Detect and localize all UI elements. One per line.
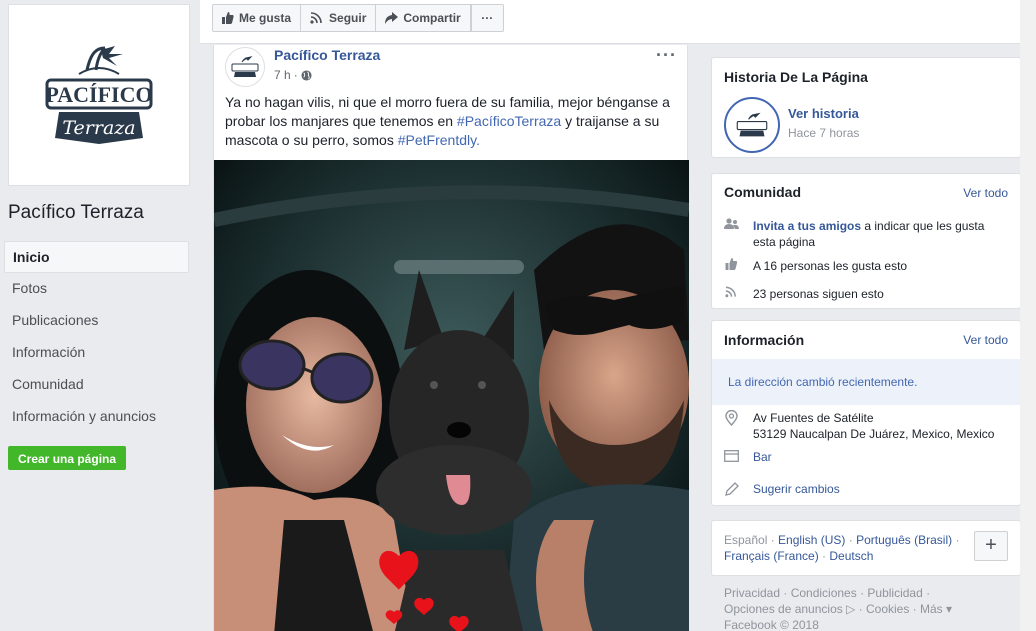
share-arrow-icon <box>385 12 399 24</box>
pacifico-logo-story <box>736 112 768 137</box>
svg-text:PACÍFICO: PACÍFICO <box>45 82 152 107</box>
community-see-all-link[interactable]: Ver todo <box>963 186 1008 200</box>
storefront-icon <box>724 450 739 462</box>
more-options-button[interactable]: ··· <box>470 4 504 32</box>
post-options-button[interactable]: ··· <box>656 45 677 66</box>
address-changed-notice: La dirección cambió recientemente. <box>712 359 1020 405</box>
nav-item-info-anuncios[interactable]: Información y anuncios <box>4 401 189 433</box>
globe-icon <box>301 69 312 81</box>
category-link[interactable]: Bar <box>753 450 772 464</box>
nav-item-publicaciones[interactable]: Publicaciones <box>4 305 189 337</box>
community-card: Comunidad Ver todo Invita a tus amigos a… <box>711 173 1021 309</box>
page-profile-picture[interactable]: PACÍFICO Terraza <box>8 4 190 186</box>
post-header: Pacífico Terraza 7 h · ··· <box>214 45 687 91</box>
pencil-icon <box>724 482 739 496</box>
category-row: Bar <box>724 450 772 464</box>
invite-friends-icon <box>724 218 739 231</box>
lang-portuguese[interactable]: Português (Brasil) <box>856 533 952 547</box>
follows-row: 23 personas siguen esto <box>724 286 884 302</box>
hashtag-pacificoterraza[interactable]: #PacíficoTerraza <box>457 113 561 129</box>
story-title: Historia De La Página <box>724 69 868 85</box>
footer: Privacidad · Condiciones · Publicidad · … <box>724 585 1024 631</box>
share-button[interactable]: Compartir <box>375 4 471 32</box>
left-column: PACÍFICO Terraza Pacífico Terraza Inicio… <box>0 0 200 631</box>
post-card: Pacífico Terraza 7 h · ··· Ya no hagan v… <box>213 45 689 631</box>
pacifico-logo: PACÍFICO Terraza <box>45 46 153 144</box>
address-text: Av Fuentes de Satélite 53129 Naucalpan D… <box>753 410 994 442</box>
more-dots-icon: ··· <box>481 11 494 25</box>
suggest-row: Sugerir cambios <box>724 482 840 496</box>
lang-french[interactable]: Français (France) <box>724 549 819 563</box>
meta-separator: · <box>293 68 298 82</box>
action-button-group: Me gusta Seguir Compartir ··· <box>212 4 504 32</box>
language-line-2: Français (France) · Deutsch <box>724 549 874 563</box>
story-time: Hace 7 horas <box>788 126 860 140</box>
nav-item-comunidad[interactable]: Comunidad <box>4 369 189 401</box>
svg-text:Terraza: Terraza <box>62 117 135 139</box>
share-button-label: Compartir <box>403 11 461 25</box>
selfie-photo-illustration <box>214 160 689 631</box>
info-see-all-link[interactable]: Ver todo <box>963 333 1008 347</box>
follow-button[interactable]: Seguir <box>300 4 377 32</box>
invite-friends-text: Invita a tus amigos a indicar que les gu… <box>753 218 1010 250</box>
nav-item-fotos[interactable]: Fotos <box>4 273 189 305</box>
suggest-edits-link[interactable]: Sugerir cambios <box>753 482 840 496</box>
like-button-label: Me gusta <box>239 11 292 25</box>
pacifico-logo-small <box>231 56 259 77</box>
story-card: Historia De La Página Ver historia Hace … <box>711 57 1021 158</box>
post-text: Ya no hagan vilis, ni que el morro fuera… <box>214 91 687 150</box>
post-photo[interactable] <box>214 160 689 631</box>
language-line-1: Español · English (US) · Português (Bras… <box>724 533 960 547</box>
language-card: Español · English (US) · Português (Bras… <box>711 520 1021 576</box>
create-page-button[interactable]: Crear una página <box>8 446 127 470</box>
hashtag-petfrentdly[interactable]: #PetFrentdly. <box>398 132 480 148</box>
info-card: Información Ver todo La dirección cambió… <box>711 320 1021 506</box>
lang-german[interactable]: Deutsch <box>829 549 873 563</box>
map-pin-icon <box>724 410 739 426</box>
nav-item-informacion[interactable]: Información <box>4 337 189 369</box>
footer-links-line1[interactable]: Privacidad · Condiciones · Publicidad · <box>724 585 1024 601</box>
view-story-link[interactable]: Ver historia <box>788 106 859 121</box>
info-title: Información <box>724 332 805 348</box>
post-meta: 7 h · <box>274 68 312 82</box>
rss-icon <box>724 286 739 298</box>
current-language: Español <box>724 533 768 547</box>
page-nav: Inicio Fotos Publicaciones Información C… <box>4 241 189 433</box>
like-button[interactable]: Me gusta <box>212 4 302 32</box>
page-title[interactable]: Pacífico Terraza <box>8 202 144 224</box>
follow-button-label: Seguir <box>329 11 367 25</box>
add-language-button[interactable]: + <box>974 531 1008 561</box>
likes-count-text: A 16 personas les gusta esto <box>753 259 908 273</box>
address-line1: Av Fuentes de Satélite <box>753 411 874 425</box>
page-action-bar: Me gusta Seguir Compartir ··· <box>200 0 1020 44</box>
thumbs-up-icon <box>724 258 739 270</box>
likes-row: A 16 personas les gusta esto <box>724 258 907 274</box>
address-line2: 53129 Naucalpan De Juárez, Mexico, Mexic… <box>753 427 995 441</box>
window-scrollbar[interactable] <box>1020 0 1036 631</box>
invite-friends-row: Invita a tus amigos a indicar que les gu… <box>724 218 1010 250</box>
footer-links-line2[interactable]: Opciones de anuncios ▷ · Cookies · Más ▾ <box>724 601 1024 617</box>
post-author-avatar[interactable] <box>225 47 265 87</box>
post-author-name[interactable]: Pacífico Terraza <box>274 47 380 63</box>
address-row: Av Fuentes de Satélite 53129 Naucalpan D… <box>724 410 1014 442</box>
rss-icon <box>310 12 322 24</box>
nav-item-inicio[interactable]: Inicio <box>4 241 189 273</box>
story-avatar[interactable] <box>724 97 780 153</box>
footer-copyright: Facebook © 2018 <box>724 618 819 631</box>
post-timestamp[interactable]: 7 h <box>274 68 291 82</box>
thumbs-up-icon <box>222 12 234 24</box>
community-title: Comunidad <box>724 184 801 200</box>
lang-english[interactable]: English (US) <box>778 533 845 547</box>
invite-friends-link[interactable]: Invita a tus amigos <box>753 219 861 233</box>
follows-count-text: 23 personas siguen esto <box>753 287 884 301</box>
